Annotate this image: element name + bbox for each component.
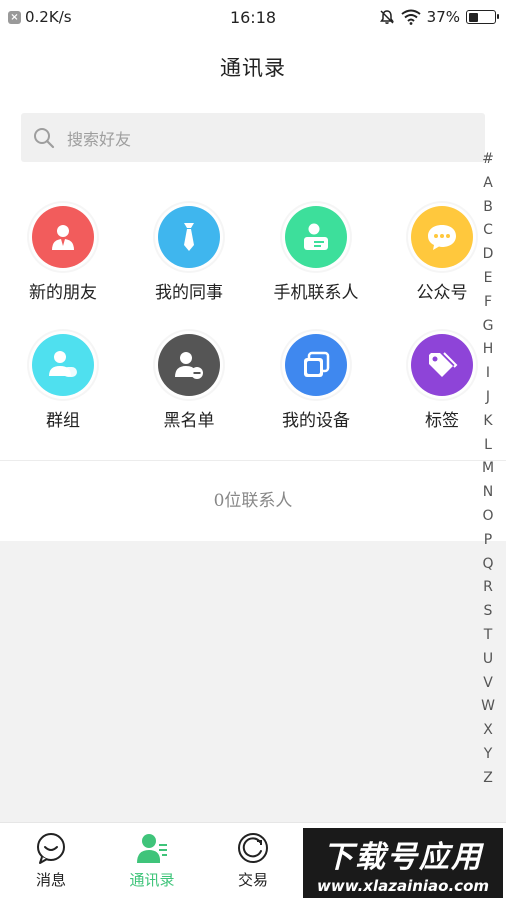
index-letter[interactable]: D <box>483 243 494 267</box>
watermark-title: 下载号应用 <box>323 839 483 875</box>
watermark-url: www.xlazainiao.com <box>316 876 490 895</box>
net-speed: 0.2K/s <box>25 8 72 26</box>
divider <box>0 460 506 461</box>
index-letter[interactable]: X <box>483 719 493 743</box>
contact-count: 0位联系人 <box>213 491 293 511</box>
group-icon <box>32 334 94 396</box>
index-letter[interactable]: R <box>483 576 493 600</box>
message-icon <box>37 833 65 864</box>
index-letter[interactable]: V <box>483 672 493 696</box>
chat-bubble-icon <box>411 206 473 268</box>
index-letter[interactable]: P <box>484 529 492 553</box>
wifi-icon <box>401 9 421 25</box>
tab-trade[interactable]: 交易 <box>208 831 298 890</box>
grid-label: 标签 <box>425 411 459 431</box>
blacklist-icon <box>158 334 220 396</box>
tab-label: 通讯录 <box>129 871 175 889</box>
index-letter[interactable]: G <box>483 315 494 339</box>
watermark-logo: 下载号应用 www.xlazainiao.com <box>303 828 503 898</box>
trade-icon <box>238 833 268 863</box>
tab-label: 消息 <box>35 871 66 889</box>
index-letter[interactable]: A <box>483 172 493 196</box>
status-right: 37% <box>379 8 499 26</box>
grid-item-groups[interactable]: 群组 <box>8 334 118 431</box>
grid-item-my-devices[interactable]: 我的设备 <box>261 334 371 431</box>
index-letter[interactable]: T <box>484 624 493 648</box>
new-friend-icon <box>32 206 94 268</box>
battery-icon <box>466 10 499 24</box>
index-letter[interactable]: K <box>483 410 492 434</box>
index-letter[interactable]: M <box>482 457 494 481</box>
tab-messages[interactable]: 消息 <box>6 831 96 890</box>
index-letter[interactable]: # <box>482 148 494 172</box>
search-icon <box>34 127 55 148</box>
index-letter[interactable]: C <box>483 219 493 243</box>
alphabet-index[interactable]: # A B C D E F G H I J K L M N O P Q R S T U V W X Y Z <box>476 148 500 791</box>
index-letter[interactable]: Q <box>482 553 493 577</box>
grid-label: 群组 <box>46 411 80 431</box>
index-letter[interactable]: O <box>482 505 493 529</box>
index-letter[interactable]: Y <box>484 743 493 767</box>
index-letter[interactable]: I <box>486 362 490 386</box>
tag-icon <box>411 334 473 396</box>
tie-icon <box>158 206 220 268</box>
index-letter[interactable]: S <box>484 600 493 624</box>
grid-item-phone-contacts[interactable]: 手机联系人 <box>261 206 371 303</box>
index-letter[interactable]: Z <box>483 767 493 791</box>
index-letter[interactable]: H <box>483 338 494 362</box>
tab-label: 交易 <box>237 871 268 889</box>
grid-item-colleagues[interactable]: 我的同事 <box>134 206 244 303</box>
grid-label: 黑名单 <box>163 411 215 431</box>
mute-bell-icon <box>379 10 394 24</box>
status-left: × 0.2K/s <box>8 8 72 26</box>
grid-label: 新的朋友 <box>29 283 97 303</box>
search-bar[interactable]: 搜索好友 <box>21 113 485 162</box>
index-letter[interactable]: N <box>483 481 493 505</box>
phone-contact-icon <box>285 206 347 268</box>
search-placeholder: 搜索好友 <box>67 129 132 149</box>
grid-label: 公众号 <box>416 283 468 303</box>
contacts-panel: 通讯录 搜索好友 新的朋友 我的同事 手机联系人 公众号 群组 黑名单 我的设备… <box>0 34 506 541</box>
index-letter[interactable]: B <box>483 196 493 220</box>
tab-contacts[interactable]: 通讯录 <box>107 831 197 890</box>
contacts-icon <box>137 834 167 863</box>
status-bar: × 0.2K/s 16:18 37% <box>0 0 506 34</box>
battery-fill <box>468 12 478 22</box>
grid-label: 手机联系人 <box>273 283 359 303</box>
notification-close-icon: × <box>8 10 21 24</box>
device-icon <box>285 334 347 396</box>
index-letter[interactable]: L <box>484 434 492 458</box>
index-letter[interactable]: J <box>486 386 490 410</box>
grid-item-blacklist[interactable]: 黑名单 <box>134 334 244 431</box>
page-title: 通讯录 <box>220 56 286 80</box>
grid-label: 我的同事 <box>155 283 223 303</box>
grid-label: 我的设备 <box>282 411 350 431</box>
index-letter[interactable]: U <box>483 648 493 672</box>
index-letter[interactable]: F <box>484 291 492 315</box>
index-letter[interactable]: E <box>484 267 493 291</box>
index-letter[interactable]: W <box>481 695 495 719</box>
grid-item-new-friends[interactable]: 新的朋友 <box>8 206 118 303</box>
battery-percent: 37% <box>426 8 460 26</box>
